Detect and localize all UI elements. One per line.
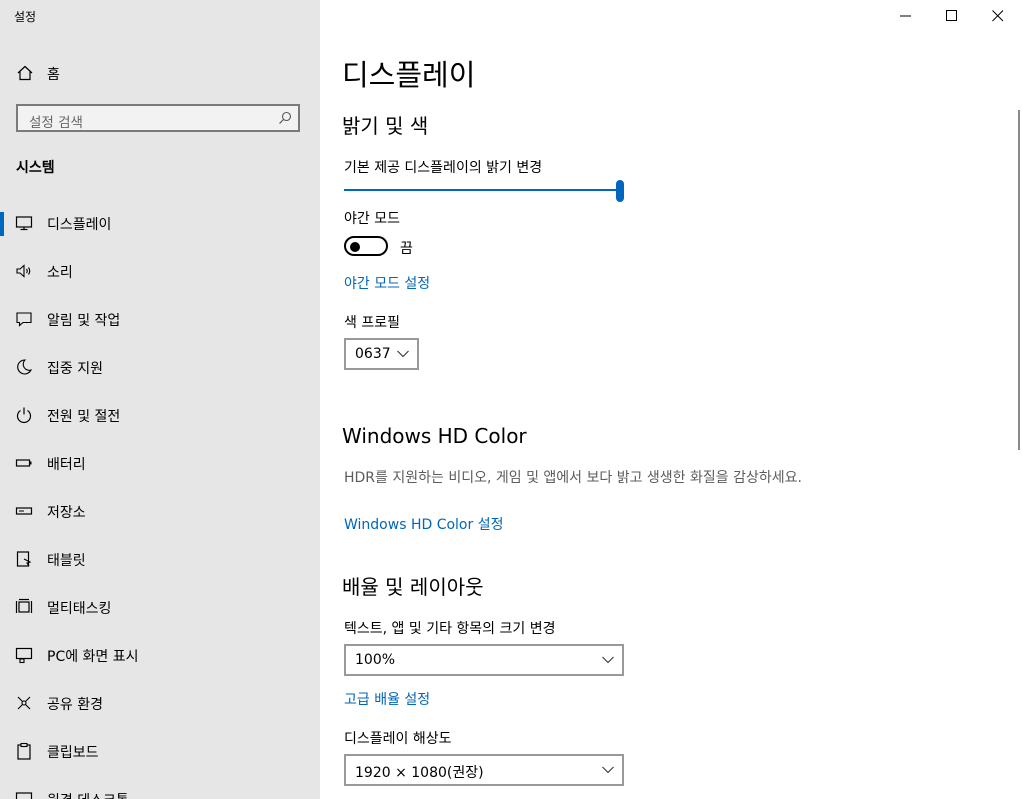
resolution-dropdown[interactable]: 1920 × 1080(권장) <box>344 754 624 786</box>
minimize-button[interactable] <box>883 0 929 32</box>
message-icon <box>16 312 32 327</box>
sidebar-item-label: 공유 환경 <box>47 697 103 713</box>
sidebar-item-focus[interactable]: 집중 지원 <box>0 344 320 392</box>
night-mode-state: 끔 <box>400 241 413 257</box>
brightness-track <box>344 189 620 191</box>
night-mode-settings-link[interactable]: 야간 모드 설정 <box>344 273 430 293</box>
search-input[interactable]: 설정 검색 <box>16 104 300 132</box>
sidebar-item-label: 배터리 <box>47 457 86 473</box>
app-title: 설정 <box>14 10 37 24</box>
sidebar-item-label: 소리 <box>47 265 73 281</box>
sidebar-item-label: 저장소 <box>47 505 86 521</box>
sidebar-item-label: 디스플레이 <box>47 217 112 233</box>
brightness-heading: 밝기 및 색 <box>342 114 429 138</box>
share-icon <box>17 696 31 710</box>
page-title: 디스플레이 <box>342 58 476 92</box>
toggle-knob <box>350 242 360 252</box>
sidebar-item-label: 멀티태스킹 <box>47 601 112 617</box>
clipboard-icon <box>17 742 31 760</box>
sidebar: 설정 홈 설정 검색 시스템 디스플레이 소리 알림 및 작업 집중 지원 전원… <box>0 0 320 799</box>
color-profile-dropdown[interactable]: 0637 <box>344 338 419 370</box>
close-button[interactable] <box>975 0 1021 32</box>
brightness-thumb[interactable] <box>616 180 624 202</box>
sidebar-item-multitasking[interactable]: 멀티태스킹 <box>0 584 320 632</box>
home-icon <box>17 65 33 81</box>
scale-label: 텍스트, 앱 및 기타 항목의 크기 변경 <box>344 621 556 637</box>
night-mode-label: 야간 모드 <box>344 211 400 227</box>
sidebar-item-label: 전원 및 절전 <box>47 409 121 425</box>
sidebar-item-label: 집중 지원 <box>47 361 103 377</box>
brightness-slider[interactable] <box>344 180 624 202</box>
search-placeholder: 설정 검색 <box>29 115 83 131</box>
chevron-down-icon <box>602 766 614 774</box>
moon-icon <box>17 359 33 375</box>
sidebar-item-display[interactable]: 디스플레이 <box>0 200 320 248</box>
multitask-icon <box>15 598 33 613</box>
main-content: 디스플레이 밝기 및 색 기본 제공 디스플레이의 밝기 변경 야간 모드 끔 … <box>320 0 1022 799</box>
sidebar-item-label: 원격 데스크톱 <box>47 790 129 799</box>
sidebar-item-sound[interactable]: 소리 <box>0 248 320 296</box>
resolution-label: 디스플레이 해상도 <box>344 731 452 747</box>
color-profile-value: 0637 <box>355 346 391 362</box>
hd-color-heading: Windows HD Color <box>342 424 527 448</box>
monitor-icon <box>15 216 33 231</box>
section-title: 시스템 <box>16 160 55 176</box>
sidebar-item-power[interactable]: 전원 및 절전 <box>0 392 320 440</box>
power-icon <box>16 407 32 424</box>
sidebar-item-label: PC에 화면 표시 <box>47 649 139 665</box>
sidebar-item-label: 알림 및 작업 <box>47 313 121 329</box>
sidebar-nav: 디스플레이 소리 알림 및 작업 집중 지원 전원 및 절전 배터리 저장소 태… <box>0 200 320 799</box>
sidebar-item-label: 클립보드 <box>47 745 99 761</box>
close-icon <box>992 10 1004 22</box>
scale-heading: 배율 및 레이아웃 <box>342 575 484 599</box>
maximize-button[interactable] <box>929 0 975 32</box>
speaker-icon <box>16 264 31 278</box>
sidebar-item-tablet[interactable]: 태블릿 <box>0 536 320 584</box>
sidebar-item-label: 태블릿 <box>47 553 86 569</box>
scale-value: 100% <box>355 652 396 668</box>
hd-color-settings-link[interactable]: Windows HD Color 설정 <box>344 514 503 534</box>
tablet-icon <box>16 551 32 567</box>
chevron-down-icon <box>602 656 614 664</box>
sidebar-item-shared[interactable]: 공유 환경 <box>0 680 320 728</box>
home-button[interactable]: 홈 <box>0 58 320 88</box>
color-profile-label: 색 프로필 <box>344 315 400 331</box>
battery-icon <box>15 459 32 467</box>
home-label: 홈 <box>47 67 60 83</box>
chevron-down-icon <box>397 350 409 358</box>
resolution-value: 1920 × 1080(권장) <box>355 765 484 781</box>
brightness-label: 기본 제공 디스플레이의 밝기 변경 <box>344 160 543 176</box>
storage-icon <box>15 507 33 515</box>
minimize-icon <box>900 15 911 17</box>
sidebar-item-notifications[interactable]: 알림 및 작업 <box>0 296 320 344</box>
night-mode-toggle[interactable] <box>344 236 388 256</box>
sidebar-item-project[interactable]: PC에 화면 표시 <box>0 632 320 680</box>
sidebar-item-clipboard[interactable]: 클립보드 <box>0 728 320 776</box>
sidebar-item-storage[interactable]: 저장소 <box>0 488 320 536</box>
search-icon <box>279 111 292 124</box>
advanced-scale-link[interactable]: 고급 배율 설정 <box>344 689 430 709</box>
scrollbar[interactable] <box>1018 110 1020 450</box>
sidebar-item-remote[interactable]: 원격 데스크톱 <box>0 776 320 799</box>
project-icon <box>15 647 33 664</box>
sidebar-item-battery[interactable]: 배터리 <box>0 440 320 488</box>
maximize-icon <box>946 10 957 21</box>
hd-color-description: HDR를 지원하는 비디오, 게임 및 앱에서 보다 밝고 생생한 화질을 감상… <box>344 470 802 486</box>
scale-dropdown[interactable]: 100% <box>344 644 624 676</box>
remote-icon <box>15 792 33 799</box>
